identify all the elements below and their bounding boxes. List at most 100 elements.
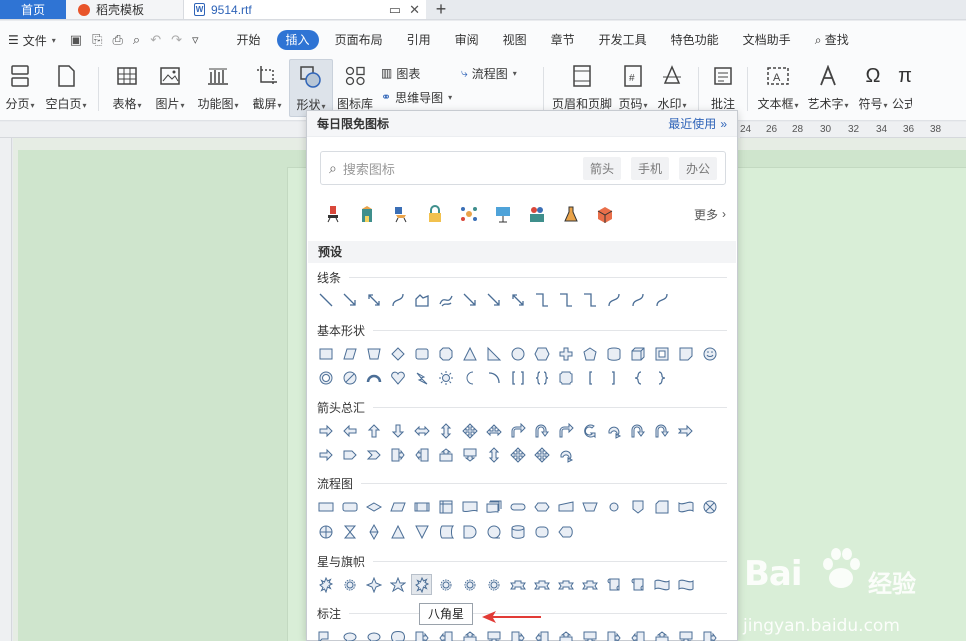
tab-review[interactable]: 审阅 (443, 30, 491, 50)
shape-item[interactable] (555, 444, 576, 465)
shape-item[interactable] (507, 420, 528, 441)
shape-item[interactable] (531, 521, 552, 542)
shape-item[interactable] (603, 343, 624, 364)
icon-search-box[interactable]: ⌕ 搜索图标 箭头 手机 办公 (320, 151, 726, 185)
shape-item[interactable] (411, 367, 432, 388)
shape-item[interactable] (483, 343, 504, 364)
shape-item[interactable] (363, 627, 384, 641)
tab-start[interactable]: 开始 (225, 30, 273, 50)
shape-item[interactable] (363, 444, 384, 465)
shape-item[interactable] (507, 444, 528, 465)
icon-library-button[interactable]: 图标库 (333, 59, 377, 117)
flowchart-button[interactable]: ⤷ 流程图 ▾ (461, 64, 537, 82)
shape-item[interactable] (699, 627, 720, 641)
shape-item[interactable] (531, 627, 552, 641)
shape-item[interactable] (363, 367, 384, 388)
shape-item[interactable] (483, 627, 504, 641)
shape-item[interactable] (483, 420, 504, 441)
shape-item[interactable] (579, 420, 600, 441)
tab-document[interactable]: W 9514.rtf ▭ ✕ (184, 0, 426, 19)
shape-item[interactable] (555, 627, 576, 641)
tab-sections[interactable]: 章节 (539, 30, 587, 50)
print-icon[interactable]: ⎙ (113, 32, 123, 48)
shape-item[interactable] (363, 574, 384, 595)
icon-search-input[interactable]: 搜索图标 (343, 159, 573, 178)
shape-item[interactable] (411, 496, 432, 517)
shape-item[interactable] (627, 343, 648, 364)
shape-item[interactable] (435, 367, 456, 388)
shape-item[interactable] (459, 496, 480, 517)
shape-item[interactable] (531, 444, 552, 465)
chip-arrow[interactable]: 箭头 (582, 156, 621, 180)
watermark-button[interactable]: 水印▾ (652, 59, 692, 117)
shape-item[interactable] (435, 343, 456, 364)
shape-item[interactable] (579, 627, 600, 641)
shape-item[interactable] (675, 574, 696, 595)
shape-item[interactable] (699, 496, 720, 517)
shape-item[interactable] (363, 521, 384, 542)
page-number-button[interactable]: # 页码▾ (614, 59, 652, 117)
shape-item[interactable] (651, 420, 672, 441)
shape-item[interactable] (387, 289, 408, 310)
shape-item[interactable] (699, 343, 720, 364)
shape-item[interactable] (315, 420, 336, 441)
wordart-button[interactable]: 艺术字▾ (802, 59, 854, 117)
presentation-icon[interactable] (494, 205, 512, 223)
shape-item[interactable] (315, 521, 336, 542)
tab-insert[interactable]: 插入 (276, 30, 319, 50)
shape-item[interactable] (459, 574, 480, 595)
shape-item[interactable] (675, 496, 696, 517)
shape-item[interactable] (507, 289, 528, 310)
tab-view[interactable]: 视图 (491, 30, 539, 50)
shape-item[interactable] (531, 367, 552, 388)
shape-item[interactable] (339, 627, 360, 641)
redo-icon[interactable]: ↷ (171, 32, 182, 48)
shape-item[interactable] (459, 289, 480, 310)
shape-item[interactable] (315, 574, 336, 595)
page-break-button[interactable]: 分页▾ (0, 59, 40, 117)
new-tab-button[interactable]: + (426, 0, 456, 19)
shape-item[interactable] (507, 496, 528, 517)
shape-item[interactable] (627, 289, 648, 310)
header-footer-button[interactable]: 页眉和页脚 (550, 59, 614, 117)
blank-page-button[interactable]: 空白页▾ (40, 59, 92, 117)
shape-item[interactable] (555, 289, 576, 310)
shape-item[interactable] (339, 367, 360, 388)
shape-item[interactable] (507, 521, 528, 542)
save-icon[interactable]: ▣ (70, 32, 82, 48)
shapes-button[interactable]: 形状▾ (289, 59, 333, 117)
more-icons-link[interactable]: 更多 › (694, 206, 726, 223)
shape-item[interactable] (627, 367, 648, 388)
shape-item[interactable] (603, 574, 624, 595)
shape-item[interactable] (603, 289, 624, 310)
shape-item[interactable] (387, 496, 408, 517)
print-preview-icon[interactable]: ⌕ (133, 32, 140, 48)
tab-page-layout[interactable]: 页面布局 (323, 30, 395, 50)
shape-item[interactable] (435, 289, 456, 310)
package-icon[interactable] (596, 205, 614, 223)
shape-item[interactable] (315, 343, 336, 364)
shape-item[interactable] (603, 496, 624, 517)
shape-item[interactable] (507, 367, 528, 388)
shape-item[interactable] (483, 367, 504, 388)
shape-item[interactable] (315, 289, 336, 310)
symbol-button[interactable]: Ω 符号▾ (854, 59, 892, 117)
shape-item[interactable] (531, 289, 552, 310)
textbox-button[interactable]: A 文本框▾ (754, 59, 802, 117)
shape-item[interactable] (675, 420, 696, 441)
shape-item[interactable] (555, 420, 576, 441)
shape-item[interactable] (483, 521, 504, 542)
shape-item[interactable] (315, 367, 336, 388)
shape-item[interactable] (507, 574, 528, 595)
podium-icon[interactable] (324, 205, 342, 223)
chip-phone[interactable]: 手机 (630, 156, 669, 180)
shape-item[interactable] (315, 444, 336, 465)
shape-item[interactable] (483, 574, 504, 595)
tab-developer[interactable]: 开发工具 (587, 30, 659, 50)
shape-item[interactable] (651, 343, 672, 364)
shape-item[interactable] (363, 343, 384, 364)
screenshot-button[interactable]: 截屏▾ (245, 59, 289, 117)
picture-button[interactable]: 图片▾ (149, 59, 191, 117)
shape-item[interactable] (411, 343, 432, 364)
shape-item[interactable] (339, 420, 360, 441)
